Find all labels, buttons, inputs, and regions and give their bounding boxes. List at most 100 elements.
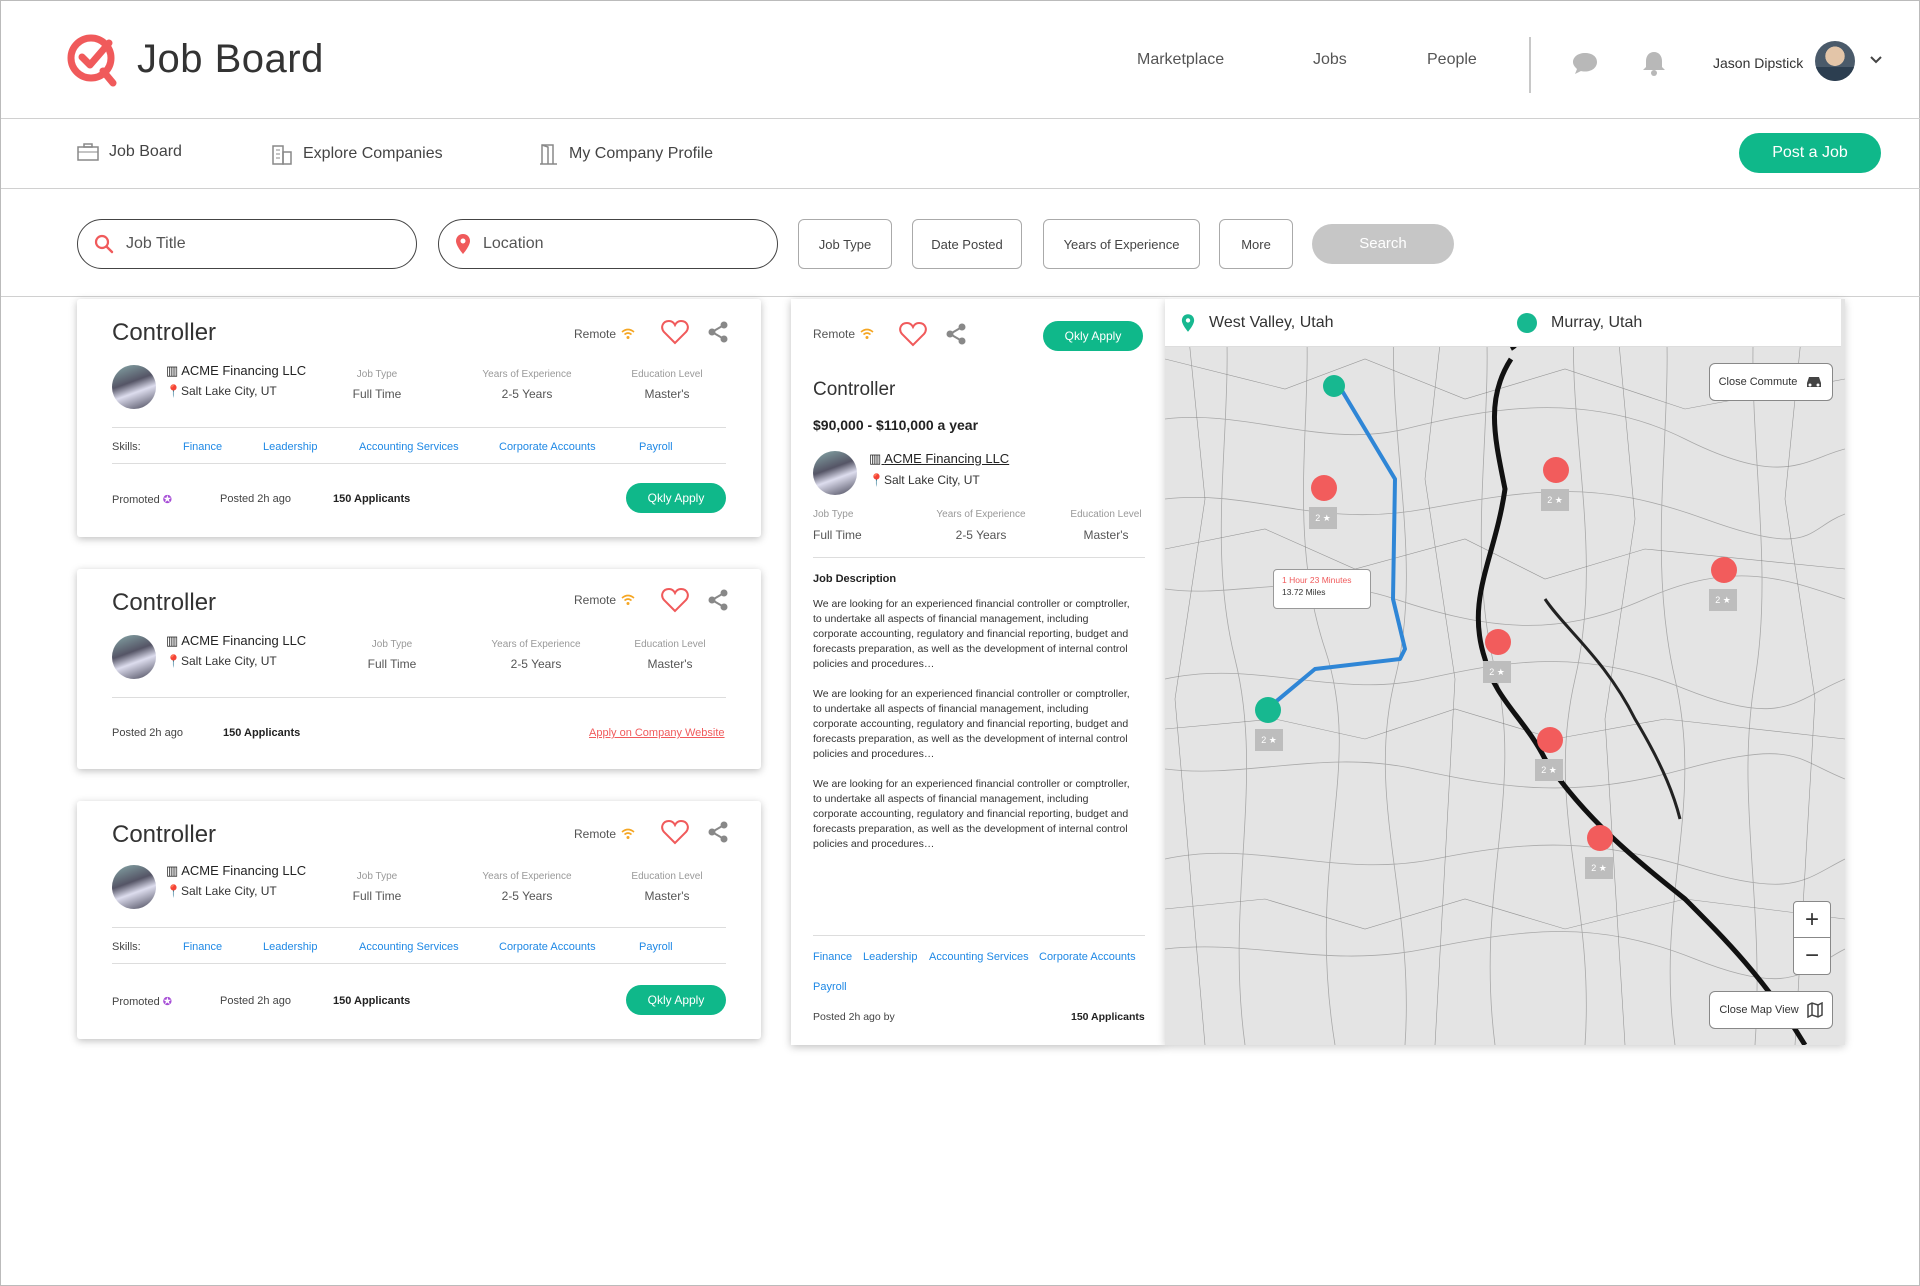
search-button[interactable]: Search [1312, 224, 1454, 264]
skill-link[interactable]: Corporate Accounts [499, 941, 596, 953]
qkly-apply-button[interactable]: Qkly Apply [626, 985, 726, 1015]
close-commute-button[interactable]: Close Commute [1709, 363, 1833, 401]
company-name[interactable]: ▥ ACME Financing LLC [166, 363, 306, 379]
share-icon[interactable] [707, 821, 729, 843]
skill-link[interactable]: Leadership [263, 441, 317, 453]
location-placeholder: Location [483, 235, 544, 252]
user-name[interactable]: Jason Dipstick [1713, 55, 1803, 71]
applicants-count: 150 Applicants [1071, 1011, 1145, 1023]
heart-icon[interactable] [661, 319, 689, 345]
subnav-job-board-label: Job Board [109, 143, 182, 160]
skill-link[interactable]: Finance [183, 441, 222, 453]
route-start-pin[interactable] [1323, 375, 1345, 397]
apply-company-website-link[interactable]: Apply on Company Website [589, 727, 725, 739]
brand-name[interactable]: Job Board [137, 37, 324, 82]
company-location-text: Salt Lake City, UT [883, 473, 980, 487]
skill-link[interactable]: Payroll [639, 941, 673, 953]
close-map-view-button[interactable]: Close Map View [1709, 991, 1833, 1029]
subnav-explore-companies[interactable]: Explore Companies [271, 143, 443, 165]
filter-more[interactable]: More [1219, 219, 1293, 269]
skill-link[interactable]: Payroll [813, 981, 847, 993]
zoom-out-button[interactable]: − [1793, 937, 1831, 975]
divider [112, 427, 726, 428]
skill-link[interactable]: Finance [813, 951, 852, 963]
promoted-label: Promoted [112, 996, 160, 1008]
subnav-job-board[interactable]: Job Board [77, 143, 182, 161]
route-origin-pin[interactable] [1255, 697, 1281, 723]
education-value: Master's [644, 387, 690, 401]
marker-count-badge: 2 ★ [1709, 589, 1737, 611]
applicants-count: 150 Applicants [223, 727, 301, 739]
company-name-text: ACME Financing LLC [181, 363, 307, 378]
job-marker-pin[interactable] [1485, 629, 1511, 655]
job-title-input[interactable]: Job Title [77, 219, 417, 269]
skill-link[interactable]: Leadership [263, 941, 317, 953]
chevron-down-icon[interactable] [1869, 55, 1883, 65]
heart-icon[interactable] [661, 819, 689, 845]
skill-link[interactable]: Accounting Services [929, 951, 1029, 963]
job-board-logo[interactable] [65, 31, 121, 87]
job-marker-pin[interactable] [1311, 475, 1337, 501]
map-view[interactable]: 2 ★ 2 ★ 2 ★ 2 ★ 2 ★ 2 ★ 2 ★ 1 Hour 23 Mi… [1165, 299, 1845, 1045]
skill-link[interactable]: Accounting Services [359, 441, 459, 453]
share-icon[interactable] [707, 589, 729, 611]
qkly-apply-button[interactable]: Qkly Apply [1043, 321, 1143, 351]
skill-link[interactable]: Payroll [639, 441, 673, 453]
job-card[interactable]: Controller Remote ▥ ACME Financing LLC 📍… [77, 569, 761, 769]
marker-count-badge: 2 ★ [1255, 729, 1283, 751]
skill-link[interactable]: Corporate Accounts [499, 441, 596, 453]
remote-label: Remote [574, 593, 617, 607]
user-avatar[interactable] [1815, 41, 1855, 81]
applicants-count: 150 Applicants [333, 493, 411, 505]
job-card[interactable]: Controller Remote ▥ ACME Financing LLC 📍… [77, 801, 761, 1039]
nav-people[interactable]: People [1427, 51, 1477, 69]
company-name[interactable]: ▥ ACME Financing LLC [166, 863, 306, 879]
company-location: 📍Salt Lake City, UT [166, 654, 277, 668]
job-title[interactable]: Controller [112, 821, 216, 849]
marker-count: 2 [1591, 863, 1597, 873]
subnav-company-profile-label: My Company Profile [569, 145, 714, 162]
education-label: Education Level [1070, 509, 1142, 520]
company-name-link[interactable]: ▥ ACME Financing LLC [869, 451, 1009, 467]
heart-icon[interactable] [661, 587, 689, 613]
pin-icon: 📍 [869, 473, 884, 487]
location-input[interactable]: Location [438, 219, 778, 269]
subnav-company-profile[interactable]: My Company Profile [539, 143, 713, 165]
share-icon[interactable] [945, 323, 967, 345]
job-marker-pin[interactable] [1711, 557, 1737, 583]
skill-link[interactable]: Corporate Accounts [1039, 951, 1136, 963]
job-title[interactable]: Controller [112, 589, 216, 617]
nav-jobs[interactable]: Jobs [1313, 51, 1347, 69]
post-job-button[interactable]: Post a Job [1739, 133, 1881, 173]
job-title[interactable]: Controller [112, 319, 216, 347]
years-label: Years of Experience [491, 639, 581, 650]
filter-date-posted[interactable]: Date Posted [912, 219, 1022, 269]
bell-icon[interactable] [1641, 49, 1667, 77]
heart-icon[interactable] [899, 321, 927, 347]
pin-icon: 📍 [166, 884, 181, 898]
filter-years-experience[interactable]: Years of Experience [1043, 219, 1200, 269]
job-type-label: Job Type [813, 509, 854, 520]
job-type-value: Full Time [352, 889, 402, 903]
job-marker-pin[interactable] [1543, 457, 1569, 483]
skill-link[interactable]: Finance [183, 941, 222, 953]
remote-label: Remote [574, 327, 617, 341]
education-label: Education Level [634, 639, 706, 650]
job-marker-pin[interactable] [1587, 825, 1613, 851]
qkly-apply-button[interactable]: Qkly Apply [626, 483, 726, 513]
skill-link[interactable]: Leadership [863, 951, 917, 963]
job-marker-pin[interactable] [1537, 727, 1563, 753]
share-icon[interactable] [707, 321, 729, 343]
nav-marketplace[interactable]: Marketplace [1137, 51, 1224, 69]
wifi-icon [621, 828, 635, 839]
company-name[interactable]: ▥ ACME Financing LLC [166, 633, 306, 649]
zoom-in-button[interactable]: + [1793, 901, 1831, 939]
map-icon [1806, 1002, 1823, 1018]
job-card[interactable]: Controller Remote ▥ ACME Financing LLC 📍… [77, 299, 761, 537]
skill-link[interactable]: Accounting Services [359, 941, 459, 953]
from-location-tab[interactable]: West Valley, Utah [1165, 299, 1501, 347]
to-location-tab[interactable]: Murray, Utah [1501, 299, 1841, 347]
company-name-text: ACME Financing LLC [181, 863, 307, 878]
chat-icon[interactable] [1571, 51, 1599, 75]
filter-job-type[interactable]: Job Type [798, 219, 892, 269]
